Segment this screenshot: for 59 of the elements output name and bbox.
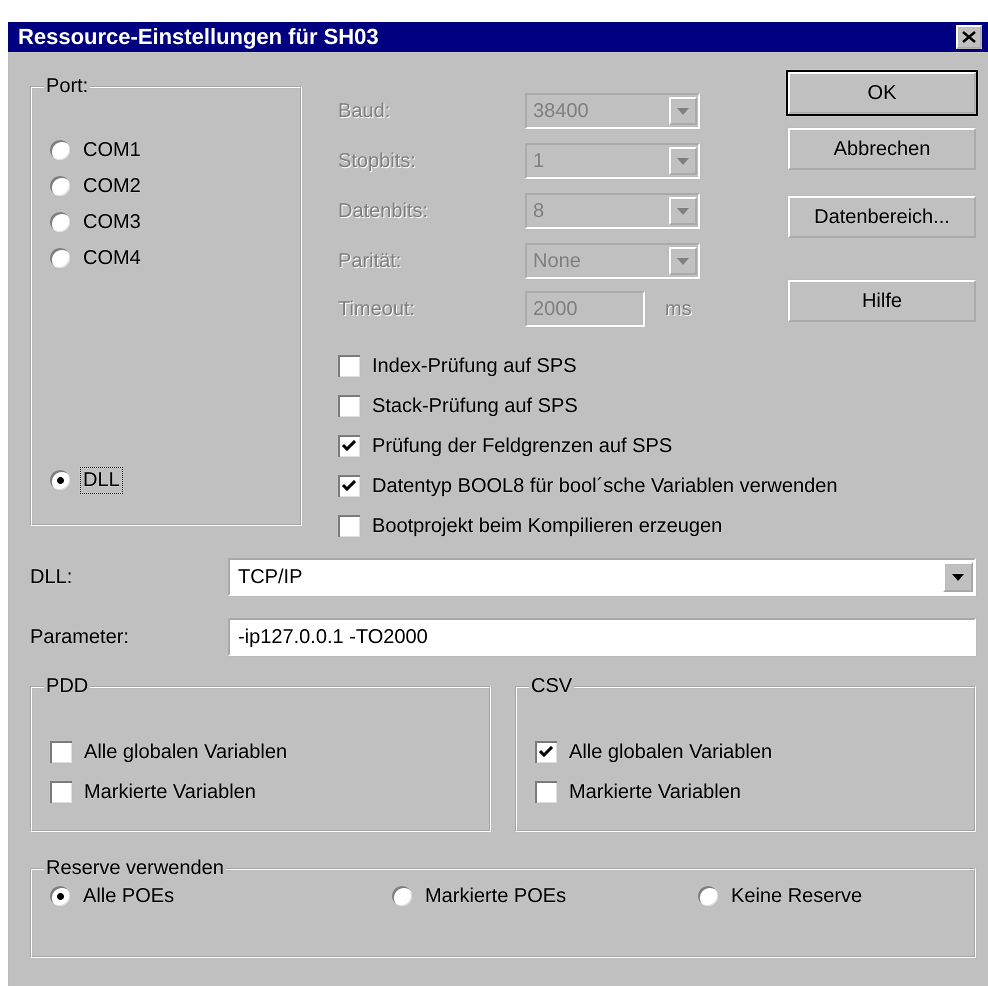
radio-button[interactable] (392, 886, 412, 906)
field-label: DLL: (30, 566, 74, 588)
dialog-button[interactable]: OK (788, 72, 976, 114)
dialog-button[interactable]: Hilfe (788, 280, 976, 322)
checkmark-icon (539, 746, 553, 758)
radio-button[interactable] (50, 886, 70, 906)
checkbox[interactable] (50, 741, 72, 763)
caret-icon (952, 574, 964, 580)
port-option[interactable]: DLL (50, 462, 123, 498)
radio-option[interactable]: Alle POEs (50, 878, 392, 914)
checkbox[interactable] (338, 515, 360, 537)
caret-icon (677, 158, 689, 164)
checkbox-option[interactable]: Datentyp BOOL8 für bool´sche Variablen verwenden (338, 466, 838, 506)
checkmark-icon (342, 480, 356, 492)
field-label: Baud: (338, 100, 392, 122)
field-label: Stopbits: (338, 150, 417, 172)
radio-option[interactable]: Markierte POEs (392, 878, 698, 914)
checkmark-icon (342, 440, 356, 452)
port-option[interactable]: COM3 (50, 204, 144, 240)
window-title: Ressource-Einstellungen für SH03 (18, 24, 379, 50)
checkbox[interactable] (338, 355, 360, 377)
checkbox-option[interactable]: Stack-Prüfung auf SPS (338, 386, 578, 426)
checkbox[interactable] (535, 781, 557, 803)
port-option[interactable]: COM2 (50, 168, 144, 204)
checkbox-option[interactable]: Index-Prüfung auf SPS (338, 346, 577, 386)
port-option[interactable]: COM4 (50, 240, 144, 276)
caret-icon (677, 258, 689, 264)
caret-icon (677, 108, 689, 114)
checkbox-option[interactable]: Prüfung der Feldgrenzen auf SPS (338, 426, 672, 466)
dialog-button[interactable]: Abbrechen (788, 128, 976, 170)
field-label: Parameter: (30, 626, 130, 648)
input-field[interactable]: -ip127.0.0.1 -TO2000 (228, 618, 976, 656)
checkbox-option[interactable]: Alle globalen Variablen (535, 732, 772, 772)
checkbox[interactable] (535, 741, 557, 763)
checkbox[interactable] (50, 781, 72, 803)
close-icon (962, 31, 976, 43)
field-label: Datenbits: (338, 200, 430, 222)
checkbox[interactable] (338, 395, 360, 417)
field-label: Parität: (338, 250, 402, 272)
caret-icon (677, 208, 689, 214)
radio-button[interactable] (50, 212, 70, 232)
checkbox-option[interactable]: Markierte Variablen (50, 772, 256, 812)
radio-button[interactable] (50, 248, 70, 268)
port-option[interactable]: COM1 (50, 132, 144, 168)
dropdown[interactable]: TCP/IP (228, 558, 976, 596)
unit-label: ms (665, 298, 692, 320)
checkbox[interactable] (338, 475, 360, 497)
close-button[interactable] (956, 25, 982, 49)
checkbox[interactable] (338, 435, 360, 457)
checkbox-option[interactable]: Markierte Variablen (535, 772, 741, 812)
radio-option[interactable]: Keine Reserve (698, 878, 866, 914)
checkbox-option[interactable]: Bootprojekt beim Kompilieren erzeugen (338, 506, 722, 546)
field-label: Timeout: (338, 298, 416, 320)
dialog-button[interactable]: Datenbereich... (788, 196, 976, 238)
radio-button[interactable] (50, 176, 70, 196)
radio-button[interactable] (50, 470, 70, 490)
radio-button[interactable] (50, 140, 70, 160)
radio-button[interactable] (698, 886, 718, 906)
checkbox-option[interactable]: Alle globalen Variablen (50, 732, 288, 772)
